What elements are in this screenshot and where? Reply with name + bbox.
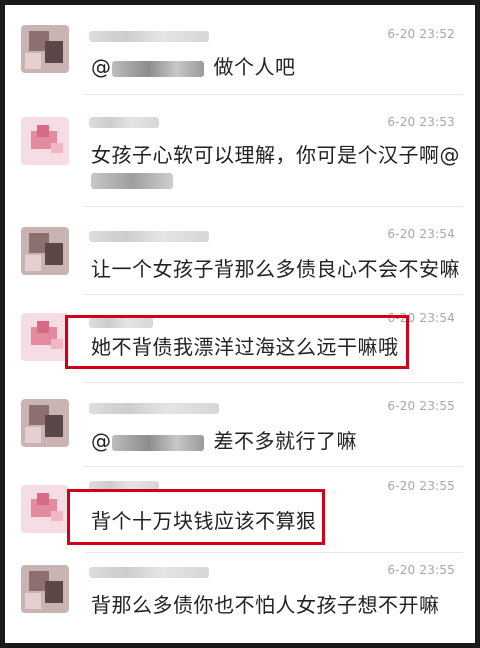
mention-username-blurred[interactable] (111, 60, 204, 77)
avatar[interactable] (21, 313, 69, 361)
comment-text: 女孩子心软可以理解，你可是个汉子啊@ (91, 143, 460, 167)
comment-time: 6-20 23:53 (387, 115, 455, 129)
comment-body: 做个人吧 (213, 55, 296, 79)
comment-item[interactable]: 6-20 23:55 背个十万块钱应该不算狠 (5, 467, 475, 553)
comment-time: 6-20 23:52 (387, 27, 455, 41)
comment-item[interactable]: 6-20 23:55 背那么多债你也不怕人女孩子想不开嘛 (5, 553, 475, 643)
avatar[interactable] (21, 565, 69, 613)
username-blurred[interactable] (89, 117, 159, 128)
comment-list: 6-20 23:52 @ 做个人吧 6-20 23:53 女孩子心软可以理解，你可… (5, 5, 475, 643)
comment-time: 6-20 23:55 (387, 563, 455, 577)
comment-item[interactable]: 6-20 23:54 她不背债我漂洋过海这么远干嘛哦 (5, 295, 475, 383)
mention-at[interactable]: @ (91, 429, 112, 453)
comment-time: 6-20 23:54 (387, 227, 455, 241)
mention-username-blurred[interactable] (91, 173, 173, 189)
mention-username-blurred[interactable] (111, 434, 204, 451)
comment-text: 背那么多债你也不怕人女孩子想不开嘛 (91, 593, 440, 617)
avatar[interactable] (21, 485, 69, 533)
comment-text: 让一个女孩子背那么多债良心不会不安嘛 (91, 257, 460, 281)
avatar[interactable] (21, 25, 69, 73)
username-blurred[interactable] (89, 403, 219, 414)
comment-text: 她不背债我漂洋过海这么远干嘛哦 (91, 335, 399, 359)
avatar[interactable] (21, 227, 69, 275)
username-blurred[interactable] (89, 31, 209, 42)
comment-text: @ 差不多就行了嘛 (91, 425, 357, 454)
comment-time: 6-20 23:55 (387, 399, 455, 413)
username-blurred[interactable] (89, 567, 209, 578)
avatar[interactable] (21, 399, 69, 447)
comment-item[interactable]: 6-20 23:52 @ 做个人吧 (5, 5, 475, 95)
comment-item[interactable]: 6-20 23:55 @ 差不多就行了嘛 (5, 383, 475, 467)
comment-item[interactable]: 6-20 23:53 女孩子心软可以理解，你可是个汉子啊@ (5, 95, 475, 207)
comment-text: 背个十万块钱应该不算狠 (91, 509, 317, 533)
avatar[interactable] (21, 117, 69, 165)
comment-time: 6-20 23:55 (387, 479, 455, 493)
comment-body: 差不多就行了嘛 (213, 429, 357, 453)
username-blurred[interactable] (89, 231, 209, 242)
comment-text: @ 做个人吧 (91, 51, 296, 80)
comment-item[interactable]: 6-20 23:54 让一个女孩子背那么多债良心不会不安嘛 (5, 207, 475, 295)
mention-at[interactable]: @ (91, 55, 112, 79)
